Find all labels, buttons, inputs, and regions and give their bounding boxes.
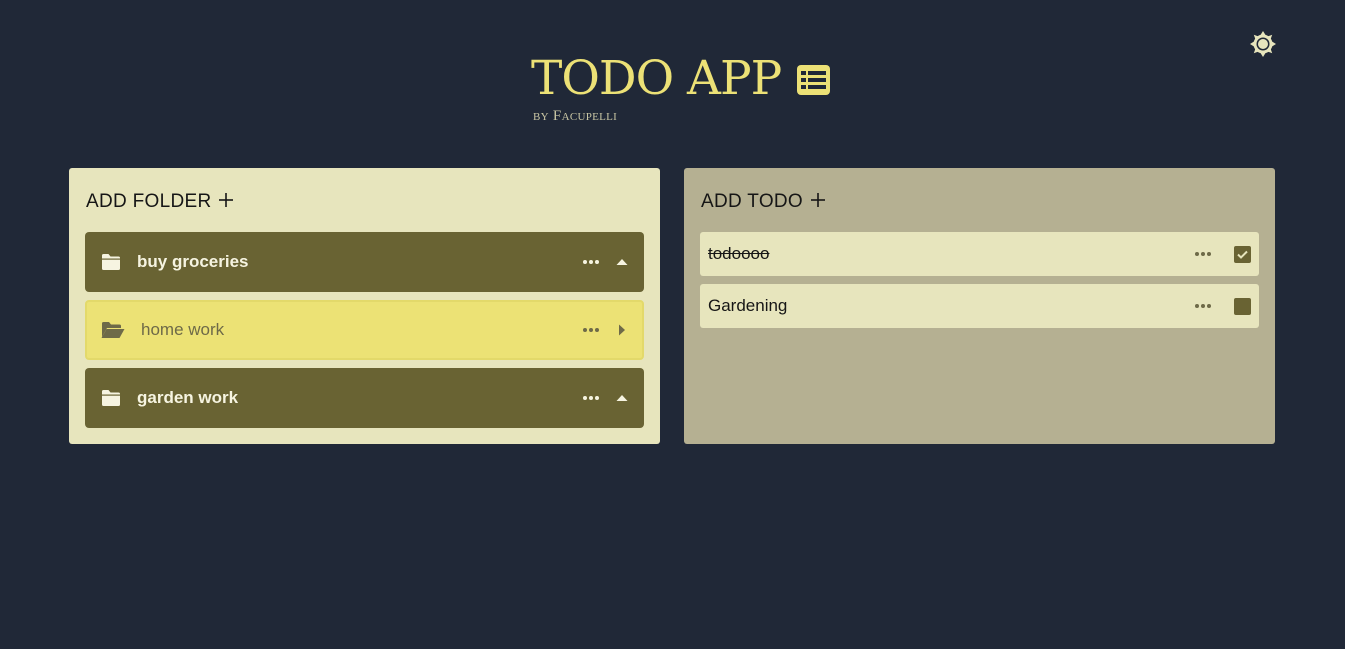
more-options-icon[interactable]: [1194, 251, 1212, 257]
chevron-up-icon[interactable]: [616, 256, 628, 268]
app-byline: by Facupelli: [533, 108, 618, 124]
more-options-icon[interactable]: [582, 327, 600, 333]
folders-panel: ADD FOLDER buy groceries home work garde…: [69, 168, 660, 444]
chevron-up-icon[interactable]: [616, 392, 628, 404]
folder-icon: [102, 254, 120, 270]
app-header: TODO APP by Facupelli: [531, 51, 831, 125]
plus-icon: [811, 193, 825, 207]
folder-item[interactable]: garden work: [85, 368, 644, 428]
chevron-right-icon[interactable]: [616, 324, 628, 336]
more-options-icon[interactable]: [582, 395, 600, 401]
check-icon: [1237, 250, 1248, 259]
list-icon: [797, 65, 831, 95]
app-title: TODO APP: [531, 51, 782, 106]
folder-label: garden work: [137, 388, 239, 407]
more-options-icon[interactable]: [582, 259, 600, 265]
add-todo-button[interactable]: ADD TODO: [701, 184, 825, 220]
folder-label: home work: [141, 320, 225, 339]
more-options-icon[interactable]: [1194, 303, 1212, 309]
folder-list: buy groceries home work garden work: [85, 232, 644, 428]
folder-item-selected[interactable]: home work: [85, 300, 644, 360]
folder-open-icon: [101, 322, 125, 338]
todo-checkbox-checked[interactable]: [1234, 245, 1251, 263]
todos-panel: ADD TODO todoooo Gardening: [684, 168, 1275, 444]
folder-icon: [102, 390, 120, 406]
add-folder-label: ADD FOLDER: [86, 191, 212, 212]
title-row: TODO APP: [531, 51, 831, 106]
todo-item: todoooo: [700, 232, 1259, 276]
sun-icon[interactable]: [1249, 30, 1277, 58]
add-todo-label: ADD TODO: [701, 191, 803, 212]
folder-item[interactable]: buy groceries: [85, 232, 644, 292]
todo-checkbox[interactable]: [1234, 297, 1251, 315]
todo-label: Gardening: [708, 296, 788, 315]
todo-list: todoooo Gardening: [700, 232, 1259, 328]
todo-label: todoooo: [708, 244, 770, 263]
todo-item: Gardening: [700, 284, 1259, 328]
folder-label: buy groceries: [137, 252, 249, 271]
plus-icon: [219, 193, 234, 207]
add-folder-button[interactable]: ADD FOLDER: [86, 184, 234, 220]
